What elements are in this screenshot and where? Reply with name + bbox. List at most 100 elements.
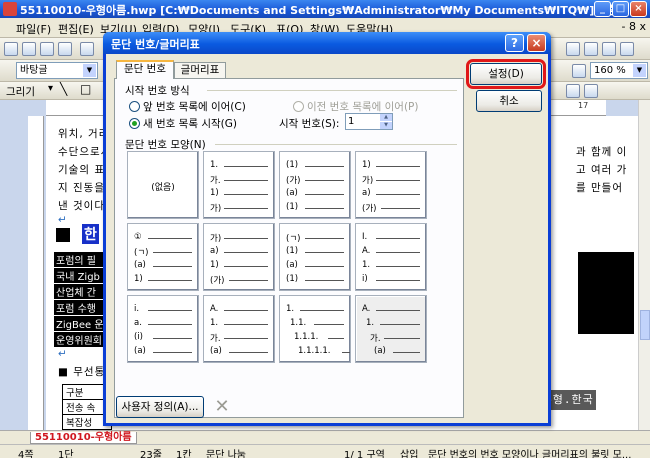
menu-file[interactable]: 파일(F) <box>16 21 51 37</box>
shape-level-label: 1) <box>134 274 143 284</box>
tab-paragraph-number[interactable]: 문단 번호 <box>116 60 174 79</box>
shape-level-label: A. <box>362 304 371 314</box>
doc-line: 위치, 거리 <box>58 128 110 140</box>
zoom-combo[interactable]: 160 % ▼ <box>590 62 648 79</box>
numbering-shape-cell[interactable]: 1. 1.1. 1.1.1. 1.1.1.1. <box>279 295 351 363</box>
start-number-spinner[interactable]: 1 ▲ ▼ <box>345 113 393 130</box>
numbering-shape-cell[interactable]: I. A. 1. i) <box>355 223 427 291</box>
shape-level-row: 1) <box>362 160 422 172</box>
menu-edit[interactable]: 편집(E) <box>58 21 94 37</box>
numbering-shape-cell[interactable]: 1) 가) a) (가) <box>355 151 427 219</box>
vertical-scrollbar[interactable] <box>638 100 650 430</box>
user-define-button[interactable]: 사용자 정의(A)... <box>116 396 204 418</box>
numbering-shape-cell[interactable]: A. 1. 가. (a) <box>203 295 275 363</box>
shape-level-label: 가) <box>210 204 222 214</box>
numbering-shape-cell[interactable]: 1. 가. 1) 가) <box>203 151 275 219</box>
radio-new-list[interactable] <box>129 118 140 129</box>
dialog-close-icon[interactable]: × <box>527 34 546 52</box>
chart-icon[interactable] <box>584 42 598 56</box>
dark-text-line: 산업체 간 <box>54 284 104 299</box>
shape-level-row: 1. <box>210 318 270 330</box>
shape-level-line <box>376 194 420 195</box>
tab-bullet[interactable]: 글머리표 <box>174 62 226 79</box>
cut-icon[interactable] <box>80 42 94 56</box>
cancel-button[interactable]: 취소 <box>476 90 542 112</box>
numbering-shape-cell[interactable]: (없음) <box>127 151 199 219</box>
shape-level-line <box>224 194 268 195</box>
save-icon[interactable] <box>40 42 54 56</box>
scrollbar-thumb[interactable] <box>640 310 650 340</box>
maximize-icon[interactable]: □ <box>612 1 629 17</box>
dark-block <box>578 252 634 334</box>
shape-level-row: a) <box>210 246 270 258</box>
shape-level-line <box>153 266 192 267</box>
table-icon[interactable] <box>566 42 580 56</box>
shape-level-label: 1. <box>210 160 219 170</box>
draw-label: 그리기 <box>6 86 35 98</box>
window-close-icon[interactable]: × <box>630 1 647 17</box>
shape-level-row: 가. <box>210 332 270 344</box>
minimize-icon[interactable]: _ <box>594 1 611 17</box>
shape-level-label: (가) <box>286 176 301 186</box>
doc-window-controls[interactable]: - 8 x <box>622 20 646 33</box>
chevron-down-icon[interactable]: ▼ <box>83 64 96 77</box>
dark-text-line: 국내 Zigb <box>54 268 104 283</box>
chevron-down-icon[interactable]: ▼ <box>633 64 646 77</box>
open-icon[interactable] <box>22 42 36 56</box>
shape-level-label: 가. <box>370 334 381 344</box>
image-icon[interactable] <box>602 42 616 56</box>
zoom-icon[interactable] <box>572 64 586 78</box>
shape-level-label: 1. <box>362 260 371 270</box>
shape-group-label: 문단 번호 모양(N) <box>125 139 206 151</box>
shape-level-row: (i) <box>134 332 194 344</box>
shape-level-row: a. <box>134 318 194 330</box>
shape-level-line <box>224 180 268 181</box>
shape-level-line <box>224 252 268 253</box>
numbering-shape-cell[interactable]: i. a. (i) (a) <box>127 295 199 363</box>
ok-button[interactable]: 설정(D) <box>466 59 546 89</box>
spin-down-icon[interactable]: ▼ <box>380 122 392 129</box>
numbering-shape-cell[interactable]: 가) a) 1) (가) <box>203 223 275 291</box>
shape-level-label: i. <box>134 304 140 314</box>
more-icon[interactable] <box>620 42 634 56</box>
numbering-shape-cell[interactable]: A. 1. 가. (a) <box>355 295 427 363</box>
radio-continue-prev[interactable] <box>129 101 140 112</box>
shape-level-line <box>376 166 420 167</box>
shape-level-line <box>153 338 192 339</box>
spin-up-icon[interactable]: ▲ <box>380 114 392 121</box>
shape-level-line <box>305 180 344 181</box>
numbering-shape-cell[interactable]: ① (ㄱ) (a) 1) <box>127 223 199 291</box>
shape-level-row: (가) <box>362 202 422 214</box>
shape-level-label: 가. <box>210 176 221 186</box>
dropdown-arrow-icon[interactable]: ▾ <box>48 83 53 94</box>
status-page: 4쪽 <box>18 450 34 458</box>
shape-level-line <box>305 266 344 267</box>
numbering-shape-cell[interactable]: (ㄱ) (1) (a) (1) <box>279 223 351 291</box>
shape-level-line <box>376 280 420 281</box>
shape-level-row: (가) <box>210 274 270 286</box>
shape-level-row: (1) <box>286 246 346 258</box>
object-icon[interactable] <box>566 84 580 98</box>
color-icon[interactable] <box>584 84 598 98</box>
style-combo[interactable]: 바탕글 ▼ <box>16 62 98 79</box>
zoom-combo-value: 160 % <box>594 65 626 76</box>
numbering-shape-cell[interactable]: (1) (가) (a) (1) <box>279 151 351 219</box>
shape-level-line <box>148 310 192 311</box>
line-tool-icon[interactable]: ╲ <box>60 82 67 96</box>
document-tab[interactable]: 55110010-우형아름 <box>30 432 137 444</box>
shape-level-line <box>153 252 192 253</box>
shape-level-row: (1) <box>286 274 346 286</box>
status-hint: 문단 번호의 번호 모양이나 글머리표의 불릿 모... <box>428 450 632 458</box>
window-titlebar: 55110010-우형아름.hwp [C:₩Documents and Sett… <box>0 0 650 18</box>
shape-level-label: (1) <box>286 160 299 170</box>
shape-level-row: a) <box>362 188 422 200</box>
print-icon[interactable] <box>58 42 72 56</box>
dialog-help-icon[interactable]: ? <box>505 34 524 52</box>
shape-level-row: (1) <box>286 160 346 172</box>
shape-level-label: (ㄱ) <box>286 234 301 244</box>
new-doc-icon[interactable] <box>4 42 18 56</box>
rect-tool-icon[interactable]: □ <box>80 82 91 96</box>
shape-level-row: ① <box>134 232 194 244</box>
shape-level-row: i. <box>134 304 194 316</box>
group-divider <box>207 90 457 91</box>
